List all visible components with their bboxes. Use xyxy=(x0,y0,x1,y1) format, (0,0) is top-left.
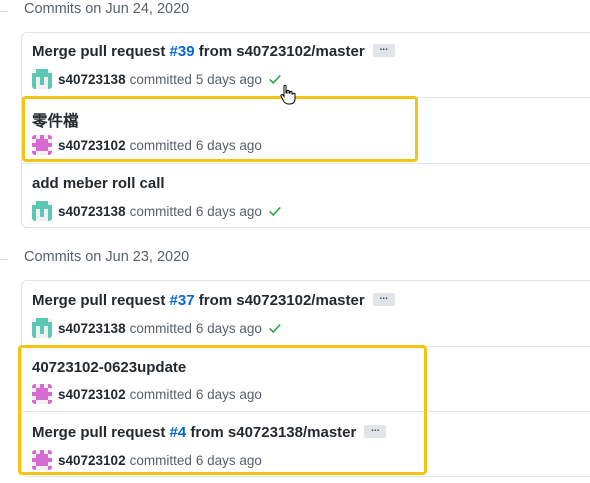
commit-time[interactable]: 6 days ago xyxy=(196,321,262,336)
avatar[interactable] xyxy=(32,69,52,89)
commit-row: Merge pull request #37 from s40723102/ma… xyxy=(22,281,590,346)
pull-request-link[interactable]: #37 xyxy=(170,292,195,309)
commit-row: Merge pull request #39 from s40723102/ma… xyxy=(22,33,590,97)
commit-message-text[interactable]: 零件檔 xyxy=(32,113,79,130)
commit-message-suffix[interactable]: from s40723102/master xyxy=(195,43,365,60)
avatar[interactable] xyxy=(32,384,52,404)
commit-author[interactable]: s40723102 xyxy=(58,453,126,468)
commit-meta: s40723102 committed 6 days ago xyxy=(32,450,262,470)
avatar[interactable] xyxy=(32,318,52,338)
commit-row: 40723102-0623update s40723102 committed … xyxy=(22,346,590,412)
commit-time[interactable]: 5 days ago xyxy=(196,72,262,87)
commit-message-text[interactable]: add meber roll call xyxy=(32,175,165,192)
commit-verb: committed xyxy=(129,320,192,336)
commit-message[interactable]: 40723102-0623update xyxy=(32,359,186,376)
commit-group-heading: Commits on Jun 24, 2020 xyxy=(24,1,190,17)
commit-message[interactable]: add meber roll call xyxy=(32,175,165,192)
expand-description-button[interactable]: ... xyxy=(364,423,387,438)
commit-author[interactable]: s40723102 xyxy=(58,387,126,402)
hand-cursor-icon xyxy=(280,84,296,105)
commit-meta: s40723102 committed 6 days ago xyxy=(32,384,262,404)
commit-meta: s40723102 committed 6 days ago xyxy=(32,135,262,155)
commit-time[interactable]: 6 days ago xyxy=(196,138,262,153)
commit-list: Merge pull request #39 from s40723102/ma… xyxy=(21,32,590,228)
expand-description-button[interactable]: ... xyxy=(372,291,395,306)
commit-meta: s40723138 committed 6 days ago xyxy=(32,201,282,221)
commit-author[interactable]: s40723102 xyxy=(58,138,126,153)
pull-request-link[interactable]: #4 xyxy=(170,424,187,441)
commit-author[interactable]: s40723138 xyxy=(58,72,126,87)
avatar[interactable] xyxy=(32,135,52,155)
check-icon[interactable] xyxy=(268,321,282,335)
commit-verb: committed xyxy=(129,71,192,87)
commit-time[interactable]: 6 days ago xyxy=(196,453,262,468)
commit-verb: committed xyxy=(129,203,192,219)
commit-verb: committed xyxy=(129,137,192,153)
check-icon[interactable] xyxy=(268,204,282,218)
avatar[interactable] xyxy=(32,201,52,221)
pull-request-link[interactable]: #39 xyxy=(170,43,195,60)
commit-author[interactable]: s40723138 xyxy=(58,321,126,336)
commit-message[interactable]: Merge pull request #37 from s40723102/ma… xyxy=(32,291,395,309)
timeline-marker xyxy=(0,259,8,260)
commit-message[interactable]: Merge pull request #39 from s40723102/ma… xyxy=(32,42,395,60)
commit-author[interactable]: s40723138 xyxy=(58,204,126,219)
commit-verb: committed xyxy=(129,452,192,468)
commit-message-text[interactable]: Merge pull request xyxy=(32,292,170,309)
commit-message[interactable]: 零件檔 xyxy=(32,109,79,131)
commit-meta: s40723138 committed 5 days ago xyxy=(32,69,282,89)
commit-message-text[interactable]: Merge pull request xyxy=(32,424,170,441)
commit-row: add meber roll call s40723138 committed … xyxy=(22,163,590,230)
commit-meta: s40723138 committed 6 days ago xyxy=(32,318,282,338)
commit-message[interactable]: Merge pull request #4 from s40723138/mas… xyxy=(32,423,387,441)
commit-time[interactable]: 6 days ago xyxy=(196,387,262,402)
commit-verb: committed xyxy=(129,386,192,402)
commit-row: 零件檔 s40723102 committed 6 days ago xyxy=(22,97,590,164)
commit-message-suffix[interactable]: from s40723138/master xyxy=(186,424,356,441)
commit-row: Merge pull request #4 from s40723138/mas… xyxy=(22,411,590,479)
commit-message-text[interactable]: 40723102-0623update xyxy=(32,359,186,376)
expand-description-button[interactable]: ... xyxy=(372,42,395,57)
commit-group-heading: Commits on Jun 23, 2020 xyxy=(24,249,190,265)
commit-message-text[interactable]: Merge pull request xyxy=(32,43,170,60)
commit-list: Merge pull request #37 from s40723102/ma… xyxy=(21,280,590,477)
commit-message-suffix[interactable]: from s40723102/master xyxy=(195,292,365,309)
timeline-marker xyxy=(0,11,8,12)
commit-time[interactable]: 6 days ago xyxy=(196,204,262,219)
avatar[interactable] xyxy=(32,450,52,470)
